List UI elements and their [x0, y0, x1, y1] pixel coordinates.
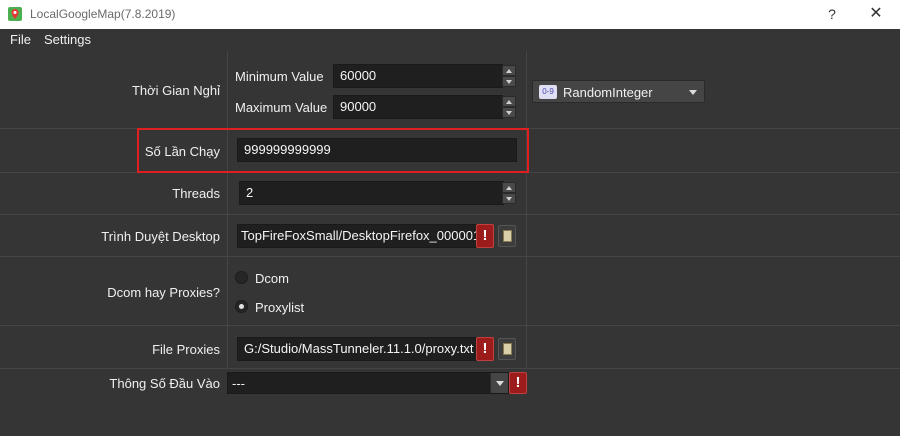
menu-file[interactable]: File — [10, 32, 31, 47]
browse-file-button[interactable] — [498, 338, 516, 360]
random-mode-value: RandomInteger — [563, 85, 653, 100]
file-icon — [503, 230, 512, 242]
radio-dcom-label: Dcom — [255, 271, 289, 286]
row-divider — [0, 214, 900, 215]
chevron-down-icon — [496, 381, 504, 386]
highlight-box — [137, 128, 529, 173]
file-icon — [503, 343, 512, 355]
browser-label: Trình Duyệt Desktop — [101, 229, 220, 244]
input-params-label: Thông Số Đầu Vào — [109, 376, 220, 391]
row-divider — [0, 368, 900, 369]
error-icon[interactable]: ! — [509, 372, 527, 394]
error-icon[interactable]: ! — [476, 224, 494, 248]
threads-spinner[interactable] — [502, 182, 516, 204]
radio-dcom[interactable] — [235, 271, 248, 284]
help-button[interactable]: ? — [822, 4, 842, 24]
min-value-spinner[interactable] — [502, 65, 516, 87]
max-value-input[interactable]: 90000 — [333, 95, 503, 119]
random-mode-select[interactable]: 0-9 RandomInteger — [532, 80, 705, 103]
threads-label: Threads — [172, 186, 220, 201]
browse-file-button[interactable] — [498, 225, 516, 247]
radio-proxylist[interactable] — [235, 300, 248, 313]
dropdown-button[interactable] — [490, 373, 508, 393]
column-divider-right — [526, 51, 527, 368]
app-map-icon — [8, 7, 22, 21]
spin-up-button[interactable] — [502, 182, 516, 193]
integer-type-icon: 0-9 — [539, 85, 557, 99]
max-value-label: Maximum Value — [235, 100, 328, 115]
proxy-file-input[interactable]: G:/Studio/MassTunneler.11.1.0/proxy.txt — [237, 337, 477, 361]
title-bar: LocalGoogleMap(7.8.2019) ? ✕ — [0, 0, 900, 29]
spin-down-button[interactable] — [502, 107, 516, 118]
rest-time-label: Thời Gian Nghỉ — [131, 83, 220, 98]
settings-form: Thời Gian Nghỉ Minimum Value 60000 Maxim… — [0, 51, 900, 436]
menu-bar: File Settings — [0, 29, 900, 51]
proxy-file-label: File Proxies — [152, 342, 220, 357]
row-divider — [0, 325, 900, 326]
threads-input[interactable]: 2 — [239, 181, 504, 205]
close-button[interactable]: ✕ — [866, 4, 886, 24]
spin-up-button[interactable] — [502, 96, 516, 107]
network-label: Dcom hay Proxies? — [107, 285, 220, 300]
menu-settings[interactable]: Settings — [44, 32, 91, 47]
browser-path-input[interactable]: TopFireFoxSmall/DesktopFirefox_000001. — [237, 224, 477, 248]
row-divider — [0, 256, 900, 257]
spin-up-button[interactable] — [502, 65, 516, 76]
error-icon[interactable]: ! — [476, 337, 494, 361]
window-title: LocalGoogleMap(7.8.2019) — [30, 7, 176, 21]
max-value-spinner[interactable] — [502, 96, 516, 118]
spin-down-button[interactable] — [502, 76, 516, 87]
chevron-down-icon — [689, 90, 697, 95]
min-value-input[interactable]: 60000 — [333, 64, 503, 88]
spin-down-button[interactable] — [502, 193, 516, 204]
input-params-select[interactable]: --- — [227, 372, 509, 394]
radio-proxylist-label: Proxylist — [255, 300, 305, 315]
input-params-value: --- — [232, 376, 245, 391]
min-value-label: Minimum Value — [235, 69, 324, 84]
column-divider — [227, 51, 228, 368]
